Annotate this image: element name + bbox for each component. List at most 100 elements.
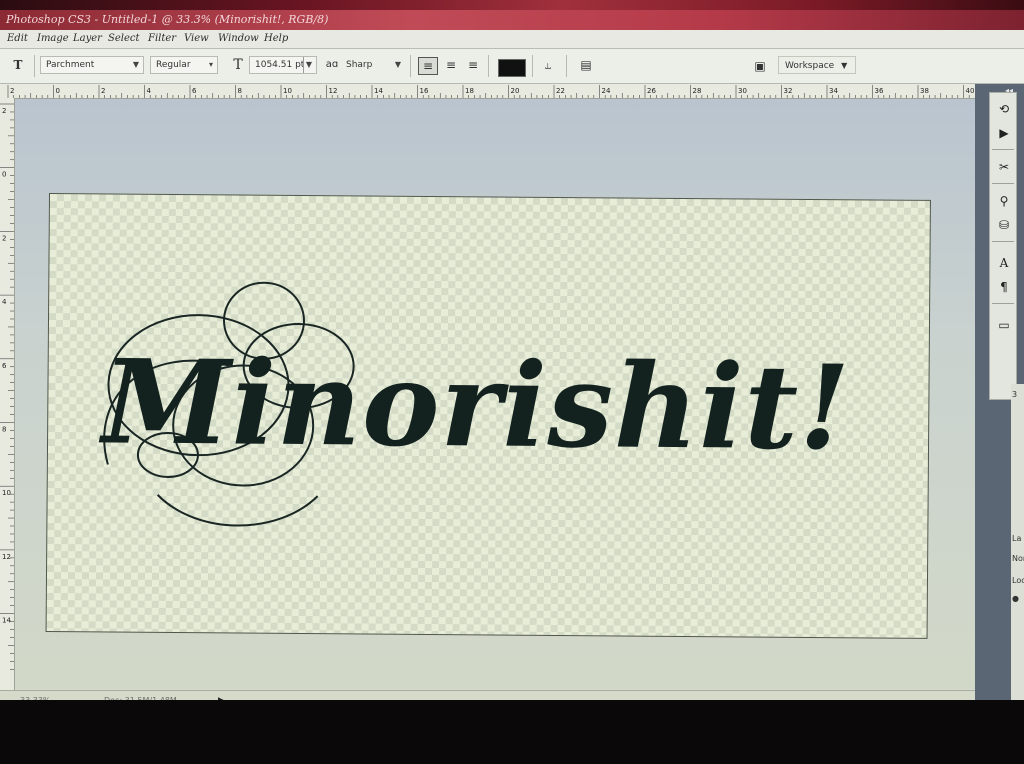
actions-icon[interactable]: ▶ [994, 123, 1014, 143]
ruler-label: 36 [875, 87, 884, 95]
ruler-label: 20 [511, 87, 520, 95]
workspace-label: Workspace [785, 61, 835, 71]
ruler-label: 0 [56, 87, 60, 95]
chevron-down-icon: ▾ [208, 60, 213, 69]
history-icon[interactable]: ⟲ [994, 99, 1014, 119]
eye-icon[interactable]: ● [1012, 594, 1019, 603]
chevron-down-icon: ▼ [394, 60, 401, 69]
menu-image[interactable]: Image [37, 33, 69, 44]
menu-filter[interactable]: Filter [148, 33, 176, 44]
ruler-label: 26 [647, 87, 656, 95]
divider [992, 183, 1014, 184]
antialias-icon: aɑ [325, 59, 339, 70]
align-left-icon[interactable]: ≡ [418, 57, 438, 75]
menu-help[interactable]: Help [264, 33, 288, 44]
chevron-down-icon[interactable]: ▼ [302, 57, 312, 73]
warp-text-icon[interactable]: ⥿ [540, 57, 556, 73]
ruler-label: 8 [238, 87, 242, 95]
ruler-label: 2 [101, 87, 105, 95]
ruler-label: 2 [2, 234, 6, 242]
panel-label: Loc [1012, 576, 1024, 585]
chevron-down-icon: ▼ [841, 61, 848, 70]
align-center-icon[interactable]: ≡ [443, 57, 459, 73]
menu-view[interactable]: View [184, 33, 209, 44]
ruler-vertical: 2 0 2 4 6 8 10 12 14 [0, 98, 15, 710]
ruler-label: 38 [920, 87, 929, 95]
info-panel-icon[interactable]: ▭ [994, 315, 1014, 335]
divider [992, 303, 1014, 304]
menu-bar: Edit Image Layer Select Filter View Wind… [0, 30, 1024, 49]
font-size-value: 1054.51 pt [255, 60, 305, 70]
menu-edit[interactable]: Edit [7, 33, 28, 44]
flourish-stroke [156, 494, 319, 527]
ruler-label: 10 [283, 87, 292, 95]
text-color-swatch[interactable] [498, 59, 526, 77]
divider [992, 241, 1014, 242]
ruler-horizontal: 2 0 2 4 6 8 10 12 14 16 18 20 22 24 26 28 30 32 34 36 38 40 [0, 84, 975, 99]
ruler-label: 24 [602, 87, 611, 95]
type-tool-icon[interactable]: T [10, 57, 26, 73]
ruler-label: 34 [829, 87, 838, 95]
character-icon[interactable]: A [994, 253, 1014, 273]
ruler-label: 12 [329, 87, 338, 95]
document-canvas[interactable]: Minorishit! [45, 193, 931, 639]
ruler-label: 0 [2, 171, 6, 179]
ruler-label: 6 [192, 87, 197, 95]
menu-layer[interactable]: Layer [73, 33, 102, 44]
font-style-value: Regular [156, 60, 191, 70]
panel-dock: ⟲ ▶ ✂ ⚲ ⛁ A ¶ ▭ [989, 92, 1017, 400]
ruler-label: 8 [2, 426, 6, 434]
divider [992, 149, 1014, 150]
divider [532, 55, 533, 77]
document-workspace: Minorishit! [15, 99, 975, 689]
layers-panel-edge[interactable]: 3 La Nor Loc ● [1011, 384, 1024, 710]
ruler-label: 22 [556, 87, 565, 95]
ruler-label: 32 [784, 87, 793, 95]
ruler-label: 2 [10, 87, 14, 95]
ruler-ticks: 2 0 2 4 6 8 10 12 14 16 18 20 22 24 26 28 30 32 34 36 38 40 [7, 85, 975, 98]
ruler-label: 12 [2, 553, 11, 561]
ruler-label: 4 [147, 87, 152, 95]
ruler-label: 40 [966, 87, 975, 95]
font-family-value: Parchment [46, 60, 95, 70]
ruler-label: 14 [374, 87, 383, 95]
brushes-icon[interactable]: ⚲ [994, 191, 1014, 211]
ruler-label: 10 [2, 489, 11, 497]
ruler-label: 14 [2, 617, 11, 625]
canvas-text-layer: Minorishit! [101, 334, 852, 477]
menu-select[interactable]: Select [108, 33, 140, 44]
text-color-fill [499, 60, 525, 76]
ruler-label: 30 [738, 87, 747, 95]
ruler-label: 4 [2, 298, 7, 306]
character-panel-icon[interactable]: ▤ [578, 57, 594, 73]
font-style-select[interactable]: Regular ▾ [150, 56, 218, 74]
antialias-value: Sharp [346, 60, 373, 70]
monitor-bezel-bottom [0, 700, 1024, 764]
panel-label: La [1012, 534, 1022, 543]
divider [566, 55, 567, 77]
ruler-label: 2 [2, 107, 6, 115]
font-family-select[interactable]: Parchment ▼ [40, 56, 144, 74]
ruler-label: 18 [465, 87, 474, 95]
panel-label: 3 [1012, 390, 1018, 399]
chevron-down-icon: ▼ [132, 60, 139, 69]
tools-icon[interactable]: ✂ [994, 157, 1014, 177]
panel-dock-area: ◂◂ ⟲ ▶ ✂ ⚲ ⛁ A ¶ ▭ 3 La Nor Loc ● [975, 84, 1024, 710]
divider [488, 55, 489, 77]
align-right-icon[interactable]: ≡ [465, 57, 481, 73]
paragraph-icon[interactable]: ¶ [994, 277, 1014, 297]
ruler-label: 28 [693, 87, 702, 95]
antialias-select[interactable]: Sharp ▼ [340, 56, 406, 74]
panel-label: Nor [1012, 554, 1024, 563]
workspace-button[interactable]: Workspace ▼ [778, 56, 856, 74]
clone-source-icon[interactable]: ⛁ [994, 215, 1014, 235]
font-size-input[interactable]: 1054.51 pt ▼ [249, 56, 317, 74]
divider [410, 55, 411, 77]
window-title: Photoshop CS3 - Untitled-1 @ 33.3% (Mino… [0, 10, 1024, 30]
ruler-ticks: 2 0 2 4 6 8 10 12 14 [0, 103, 14, 670]
ruler-label: 6 [2, 362, 7, 370]
menu-window[interactable]: Window [218, 33, 259, 44]
ruler-label: 16 [420, 87, 429, 95]
workspace-icon: ▣ [754, 59, 766, 73]
photoshop-window: Photoshop CS3 - Untitled-1 @ 33.3% (Mino… [0, 10, 1024, 710]
